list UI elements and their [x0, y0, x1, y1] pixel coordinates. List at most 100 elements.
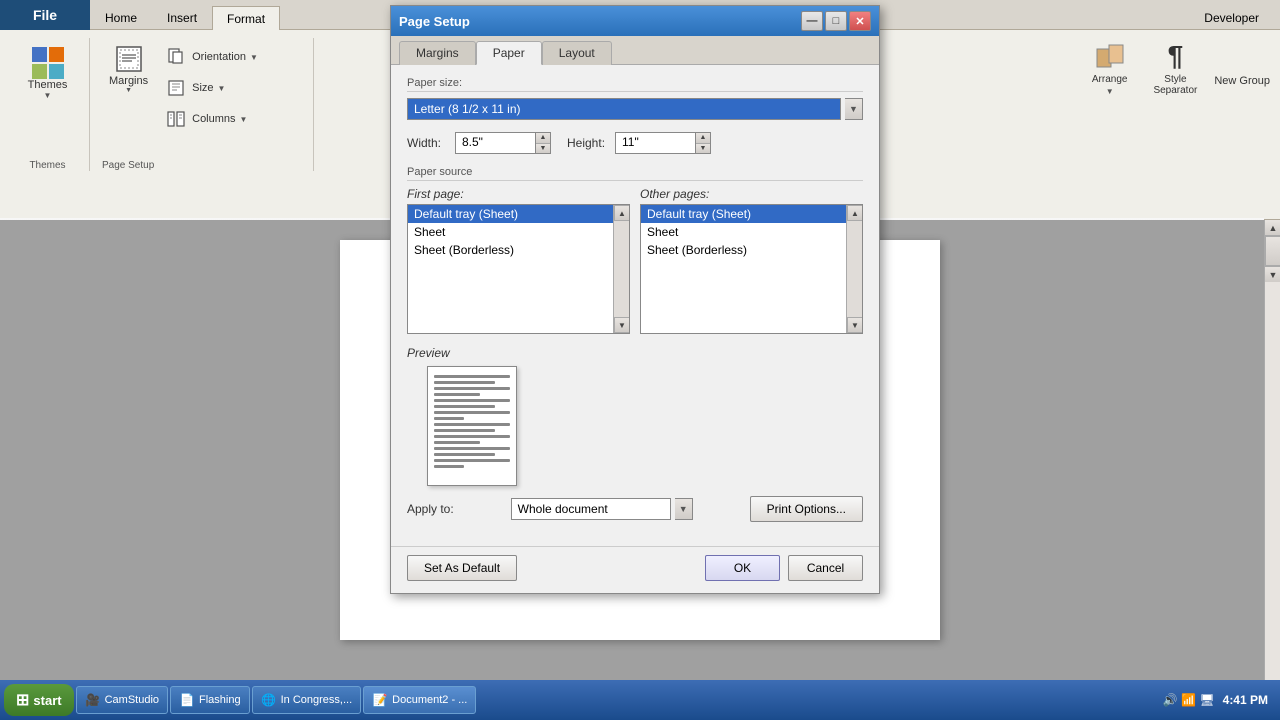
ribbon-group-themes: Themes ▼ Themes	[10, 38, 90, 171]
other-pages-listbox-wrapper: Default tray (Sheet) Sheet Sheet (Border…	[640, 204, 863, 334]
other-pages-item-2[interactable]: Sheet (Borderless)	[641, 241, 846, 259]
dialog-close-button[interactable]: ✕	[849, 11, 871, 31]
first-page-col: First page: Default tray (Sheet) Sheet	[407, 187, 630, 334]
taskbar-item-document2[interactable]: 📝 Document2 - ...	[363, 686, 476, 714]
preview-line-11	[434, 435, 510, 438]
preview-section: Preview	[407, 346, 863, 486]
preview-area	[407, 366, 863, 486]
preview-page	[427, 366, 517, 486]
fp-scroll-track[interactable]	[614, 221, 629, 317]
new-group-label: New Group	[1214, 75, 1270, 87]
paper-size-value: Letter (8 1/2 x 11 in)	[414, 102, 521, 116]
preview-line-3	[434, 387, 510, 390]
ps-row1: Margins ▼ Orientation	[102, 38, 305, 134]
print-options-button[interactable]: Print Options...	[750, 496, 863, 522]
other-pages-item-1[interactable]: Sheet	[641, 223, 846, 241]
op-scroll-down[interactable]: ▼	[847, 317, 863, 333]
taskbar-item-flashing[interactable]: 📄 Flashing	[170, 686, 250, 714]
page-setup-group-label: Page Setup	[102, 156, 305, 171]
width-input[interactable]: 8.5"	[455, 132, 535, 154]
developer-buttons: Arrange ▼ ¶ Style Separator New Group	[1083, 35, 1270, 101]
tab-home[interactable]: Home	[90, 5, 152, 29]
themes-items: Themes ▼	[21, 38, 75, 156]
height-spin-up[interactable]: ▲	[696, 133, 710, 144]
paper-source-label: Paper source	[407, 166, 863, 181]
dialog-tab-paper[interactable]: Paper	[476, 41, 542, 65]
themes-button[interactable]: Themes ▼	[21, 42, 75, 105]
margins-icon	[113, 43, 145, 75]
file-tab[interactable]: File	[0, 0, 90, 30]
size-button[interactable]: Size ▼	[159, 73, 230, 103]
paper-source-group: Paper source First page: Default tray (S…	[407, 166, 863, 334]
other-pages-listbox[interactable]: Default tray (Sheet) Sheet Sheet (Border…	[640, 204, 863, 334]
document-scrollbar[interactable]: ▲ ▼	[1264, 220, 1280, 680]
width-spin: 8.5" ▲ ▼	[455, 132, 551, 154]
first-page-listbox[interactable]: Default tray (Sheet) Sheet Sheet (Border…	[407, 204, 630, 334]
apply-to-arrow[interactable]: ▼	[675, 498, 693, 520]
fp-scroll-down[interactable]: ▼	[614, 317, 630, 333]
document2-icon: 📝	[372, 692, 388, 708]
fp-scroll-up[interactable]: ▲	[614, 205, 630, 221]
scroll-thumb[interactable]	[1265, 236, 1280, 266]
clock: 4:41 PM	[1223, 693, 1268, 707]
tab-insert[interactable]: Insert	[152, 5, 212, 29]
width-spin-buttons: ▲ ▼	[535, 132, 551, 154]
op-scroll-track[interactable]	[847, 221, 862, 317]
preview-line-5	[434, 399, 510, 402]
dialog-maximize-button[interactable]: □	[825, 11, 847, 31]
first-page-item-0[interactable]: Default tray (Sheet)	[408, 205, 613, 223]
tab-format[interactable]: Format	[212, 6, 280, 30]
first-page-listbox-wrapper: Default tray (Sheet) Sheet Sheet (Border…	[407, 204, 630, 334]
scroll-down-arrow[interactable]: ▼	[1265, 266, 1280, 282]
op-scroll-up[interactable]: ▲	[847, 205, 863, 221]
apply-to-select[interactable]: Whole document	[511, 498, 671, 520]
dialog-tab-margins[interactable]: Margins	[399, 41, 476, 65]
scroll-track[interactable]	[1265, 236, 1280, 266]
dialog-titlebar: Page Setup — □ ✕	[391, 6, 879, 36]
width-spin-up[interactable]: ▲	[536, 133, 550, 144]
set-default-button[interactable]: Set As Default	[407, 555, 517, 581]
dialog-minimize-button[interactable]: —	[801, 11, 823, 31]
margins-button[interactable]: Margins ▼	[102, 38, 155, 99]
height-spin-down[interactable]: ▼	[696, 144, 710, 154]
style-separator-button[interactable]: ¶ Style Separator	[1144, 35, 1206, 101]
other-pages-item-0[interactable]: Default tray (Sheet)	[641, 205, 846, 223]
first-page-item-2[interactable]: Sheet (Borderless)	[408, 241, 613, 259]
size-icon	[164, 76, 188, 100]
height-spin: 11" ▲ ▼	[615, 132, 711, 154]
paper-size-combo[interactable]: Letter (8 1/2 x 11 in)	[407, 98, 841, 120]
preview-label: Preview	[407, 346, 863, 360]
taskbar-item-camstudio[interactable]: 🎥 CamStudio	[76, 686, 168, 714]
margins-label: Margins	[109, 75, 148, 87]
style-separator-icon: ¶	[1159, 40, 1191, 72]
cancel-button[interactable]: Cancel	[788, 555, 863, 581]
flashing-label: Flashing	[199, 694, 241, 706]
ok-button[interactable]: OK	[705, 555, 780, 581]
themes-icon	[32, 47, 64, 79]
paper-size-arrow[interactable]: ▼	[845, 98, 863, 120]
preview-line-10	[434, 429, 495, 432]
arrange-button[interactable]: Arrange ▼	[1083, 35, 1137, 101]
preview-line-9	[434, 423, 510, 426]
dialog-tab-layout[interactable]: Layout	[542, 41, 612, 65]
other-pages-col: Other pages: Default tray (Sheet) Sheet	[640, 187, 863, 334]
tab-developer[interactable]: Developer	[1189, 5, 1280, 29]
scroll-up-arrow[interactable]: ▲	[1265, 220, 1280, 236]
other-pages-label: Other pages:	[640, 187, 863, 201]
tray-icons: 🔊 📶 🖥	[1163, 693, 1215, 707]
other-pages-scrollbar[interactable]: ▲ ▼	[846, 205, 862, 333]
height-input[interactable]: 11"	[615, 132, 695, 154]
taskbar-item-congress[interactable]: 🌐 In Congress,...	[252, 686, 362, 714]
camstudio-icon: 🎥	[85, 692, 101, 708]
columns-button[interactable]: Columns ▼	[159, 104, 252, 134]
orientation-button[interactable]: Orientation ▼	[159, 42, 263, 72]
start-button[interactable]: ⊞ start	[4, 684, 74, 716]
congress-label: In Congress,...	[281, 694, 353, 706]
page-setup-dialog: Page Setup — □ ✕ Margins Paper	[390, 5, 880, 594]
themes-group-label: Themes	[29, 156, 65, 171]
paper-size-group: Paper size: Letter (8 1/2 x 11 in) ▼	[407, 77, 863, 120]
first-page-scrollbar[interactable]: ▲ ▼	[613, 205, 629, 333]
first-page-item-1[interactable]: Sheet	[408, 223, 613, 241]
width-spin-down[interactable]: ▼	[536, 144, 550, 154]
first-page-label: First page:	[407, 187, 630, 201]
